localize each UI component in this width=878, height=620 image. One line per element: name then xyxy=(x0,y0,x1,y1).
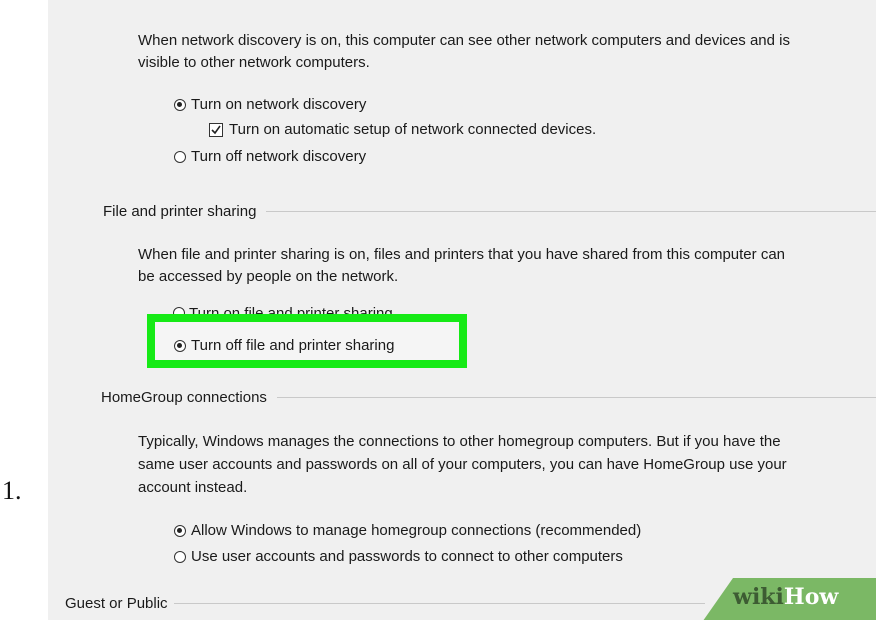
allow-windows-manage-label[interactable]: Allow Windows to manage homegroup connec… xyxy=(191,521,641,541)
use-accounts-label[interactable]: Use user accounts and passwords to conne… xyxy=(191,547,623,567)
section-divider xyxy=(276,396,876,398)
use-accounts-radio[interactable] xyxy=(174,551,186,563)
list-number: 1. xyxy=(2,476,22,505)
checkmark-icon xyxy=(211,125,221,135)
turn-off-network-discovery-label[interactable]: Turn off network discovery xyxy=(191,147,366,167)
turn-off-file-sharing-radio[interactable] xyxy=(174,340,186,352)
turn-off-file-sharing-label[interactable]: Turn off file and printer sharing xyxy=(191,336,394,356)
allow-windows-manage-radio[interactable] xyxy=(174,525,186,537)
turn-on-network-discovery-radio[interactable] xyxy=(174,99,186,111)
turn-off-network-discovery-radio[interactable] xyxy=(174,151,186,163)
homegroup-heading: HomeGroup connections xyxy=(101,387,876,407)
network-discovery-description: When network discovery is on, this compu… xyxy=(138,32,790,49)
file-printer-sharing-heading: File and printer sharing xyxy=(103,201,876,221)
automatic-setup-label[interactable]: Turn on automatic setup of network conne… xyxy=(229,120,596,140)
wikihow-logo: wikiHow xyxy=(733,584,839,610)
network-discovery-description-2: visible to other network computers. xyxy=(138,54,370,71)
homegroup-description-2: same user accounts and passwords on all … xyxy=(138,456,787,473)
file-printer-sharing-title: File and printer sharing xyxy=(103,202,257,220)
advanced-sharing-settings-panel: When network discovery is on, this compu… xyxy=(48,0,876,620)
automatic-setup-checkbox[interactable] xyxy=(209,123,223,137)
guest-public-title: Guest or Public xyxy=(65,594,168,612)
file-sharing-description-2: be accessed by people on the network. xyxy=(138,268,399,285)
homegroup-description-3: account instead. xyxy=(138,479,248,496)
guest-public-heading: Guest or Public xyxy=(65,593,705,613)
homegroup-description: Typically, Windows manages the connectio… xyxy=(138,433,781,450)
homegroup-title: HomeGroup connections xyxy=(101,388,267,406)
section-divider xyxy=(173,602,705,604)
file-sharing-description: When file and printer sharing is on, fil… xyxy=(138,246,785,263)
turn-on-network-discovery-label[interactable]: Turn on network discovery xyxy=(191,95,366,115)
section-divider xyxy=(266,210,876,212)
